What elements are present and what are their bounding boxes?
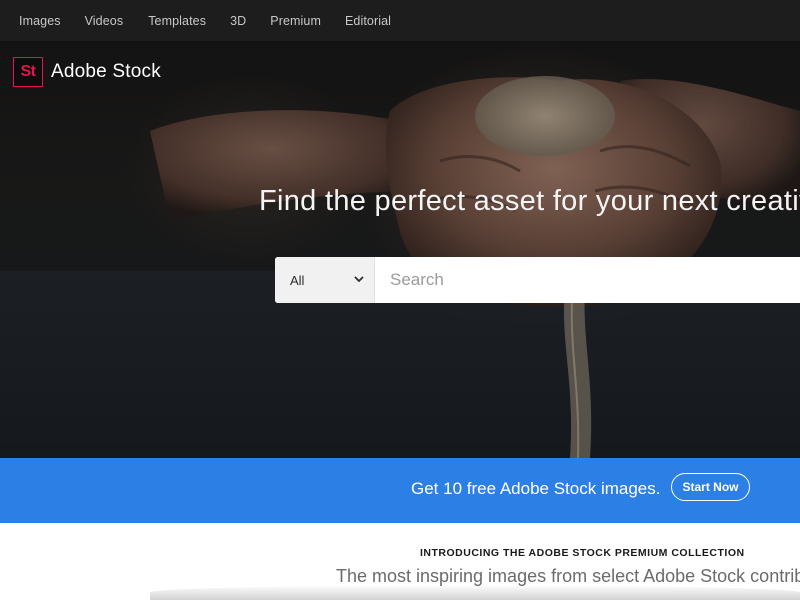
premium-collection-heading: INTRODUCING THE ADOBE STOCK PREMIUM COLL… bbox=[420, 547, 745, 559]
nav-item-images[interactable]: Images bbox=[19, 14, 61, 28]
search-category-value: All bbox=[290, 272, 305, 288]
search-bar: All bbox=[275, 257, 800, 303]
top-nav: Images Videos Templates 3D Premium Edito… bbox=[0, 0, 800, 41]
search-category-select[interactable]: All bbox=[275, 257, 375, 303]
hero-banner: St Adobe Stock Find the perfect asset fo… bbox=[0, 41, 800, 458]
hero-background-image bbox=[0, 41, 800, 458]
chevron-down-icon bbox=[354, 275, 364, 286]
nav-item-videos[interactable]: Videos bbox=[85, 14, 124, 28]
hero-headline: Find the perfect asset for your next cre… bbox=[259, 185, 800, 217]
nav-item-editorial[interactable]: Editorial bbox=[345, 14, 391, 28]
brand-name: Adobe Stock bbox=[51, 61, 161, 82]
nav-item-templates[interactable]: Templates bbox=[148, 14, 206, 28]
start-now-button[interactable]: Start Now bbox=[671, 473, 750, 501]
search-input[interactable] bbox=[375, 257, 800, 303]
adobe-stock-logo[interactable]: St Adobe Stock bbox=[13, 57, 161, 87]
section-shadow bbox=[150, 585, 800, 600]
promo-text: Get 10 free Adobe Stock images. bbox=[411, 479, 661, 498]
promo-banner: Get 10 free Adobe Stock images. Start No… bbox=[0, 458, 800, 523]
nav-item-premium[interactable]: Premium bbox=[270, 14, 321, 28]
adobe-stock-logo-icon: St bbox=[13, 57, 43, 87]
nav-item-3d[interactable]: 3D bbox=[230, 14, 246, 28]
premium-collection-subtitle: The most inspiring images from select Ad… bbox=[336, 566, 800, 586]
